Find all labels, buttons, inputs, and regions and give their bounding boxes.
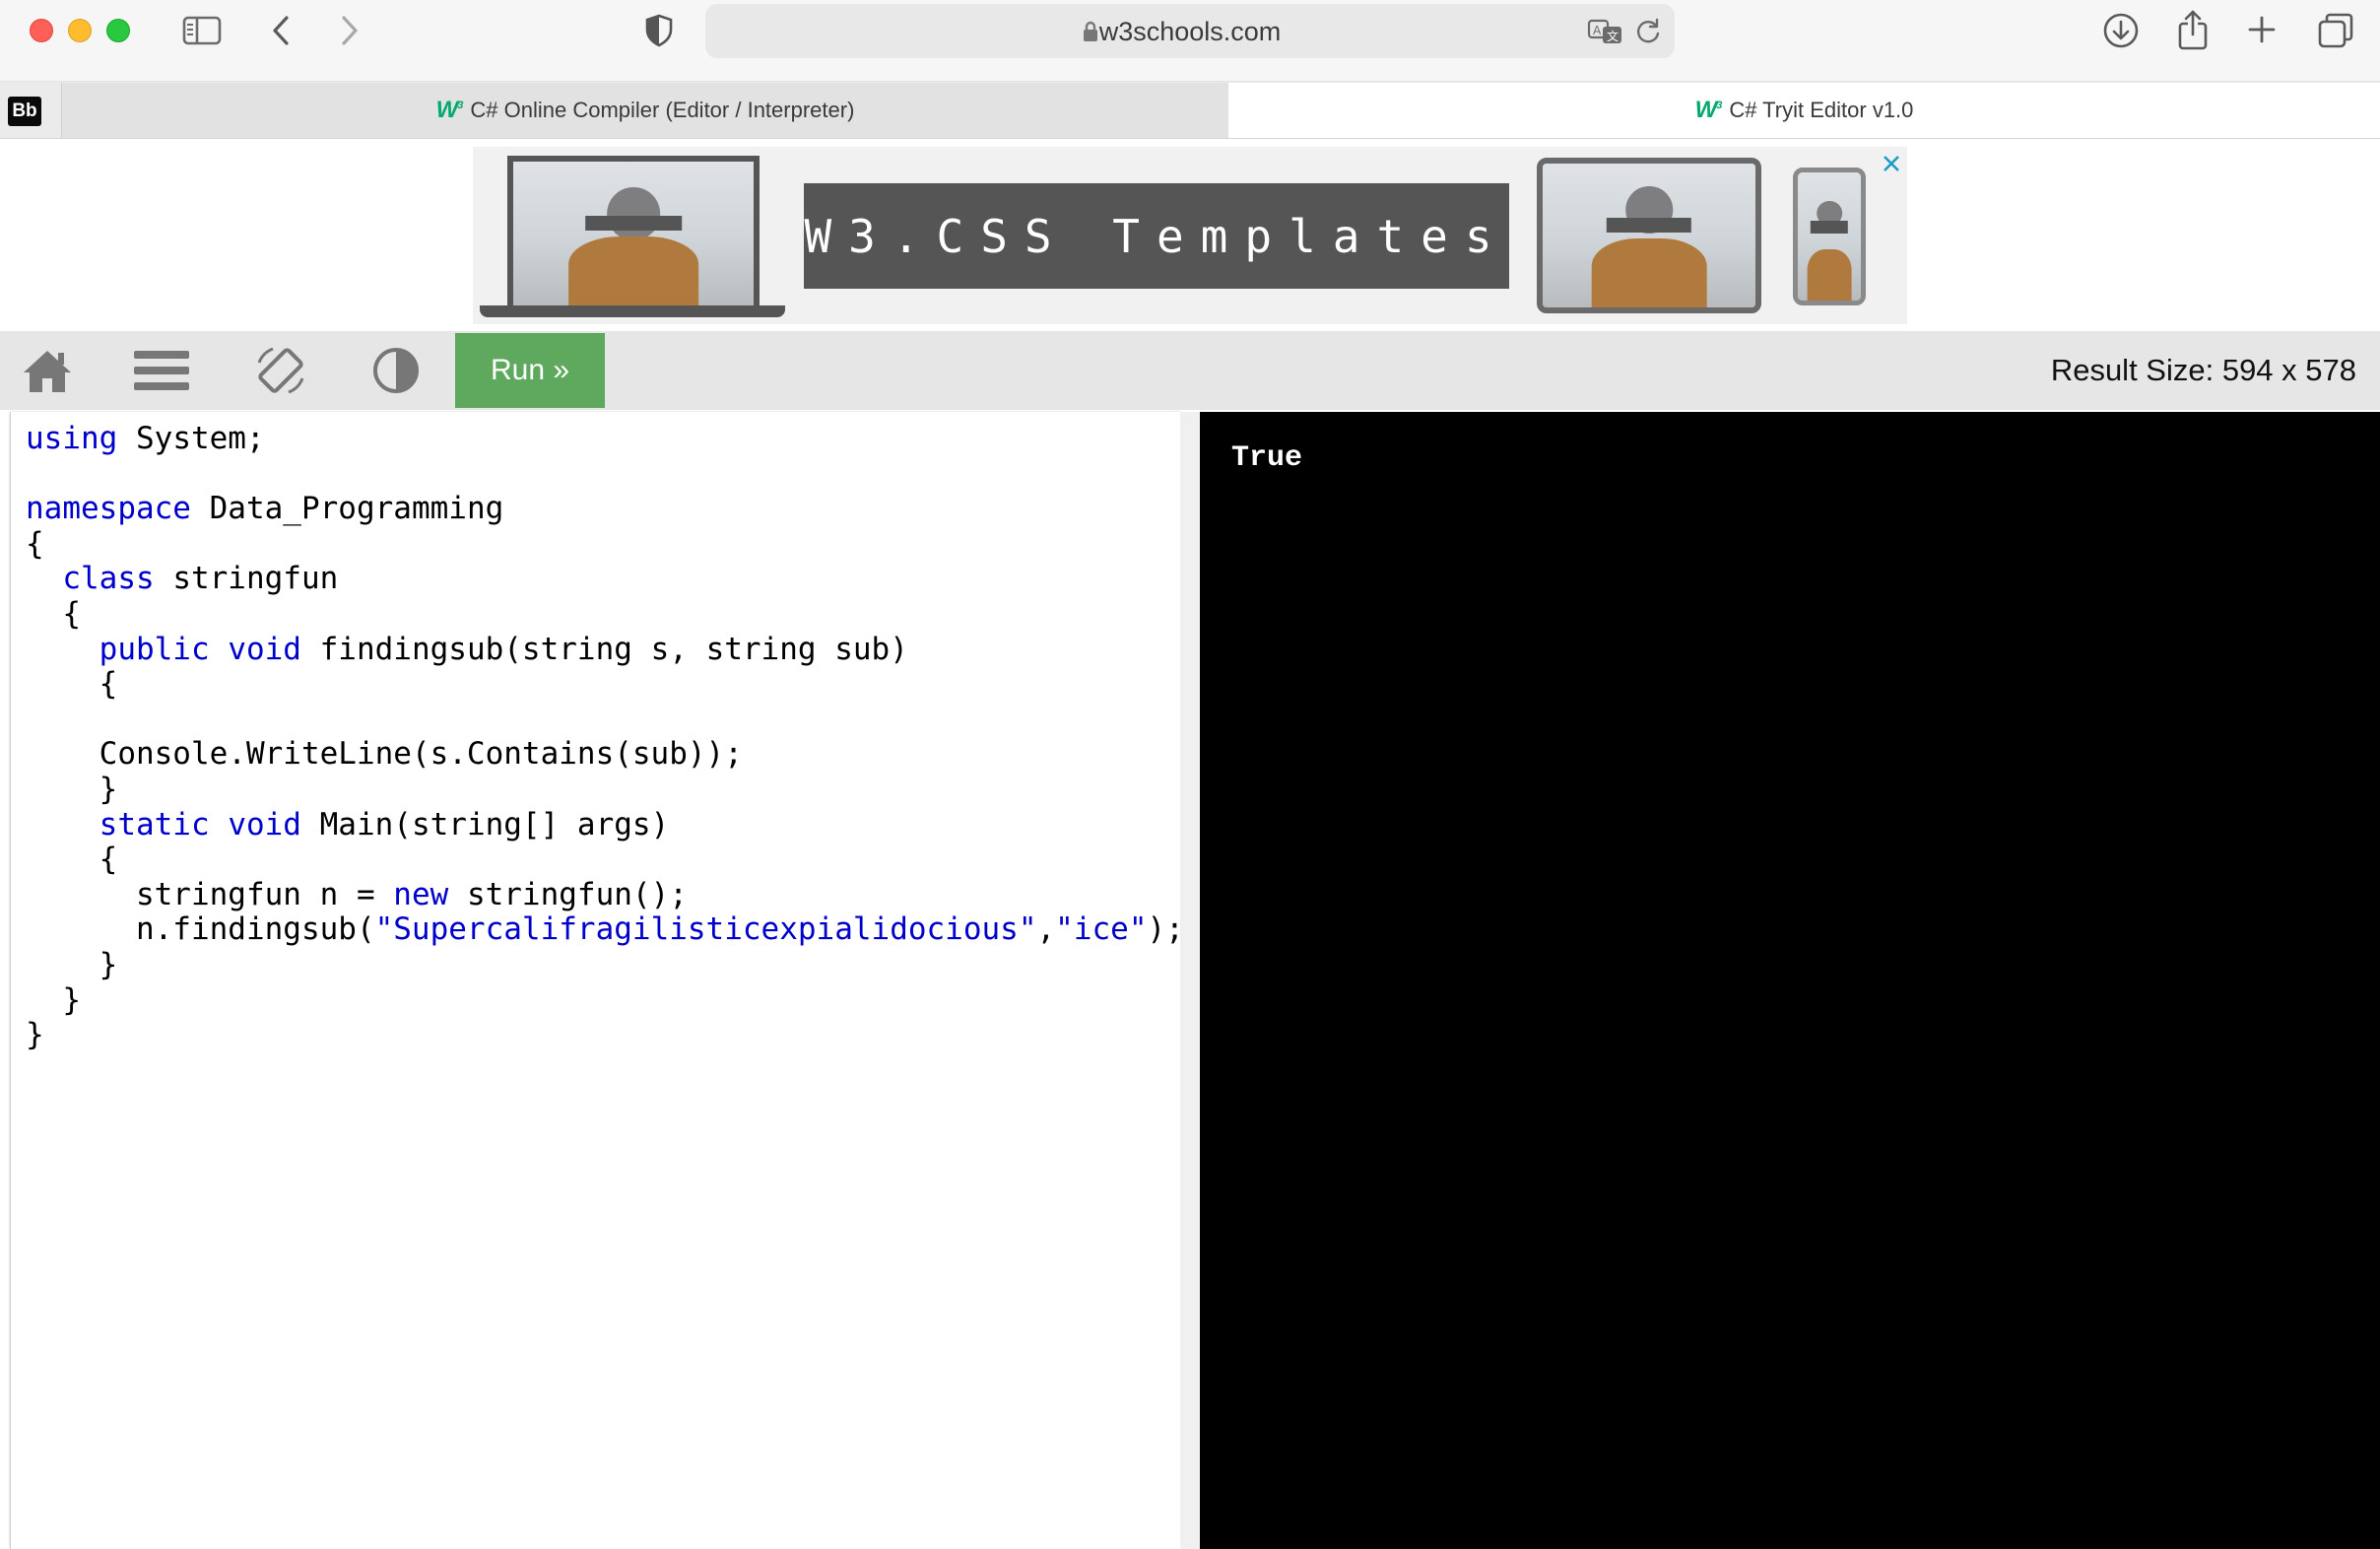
code-text[interactable]: using System; namespace Data_Programming… <box>26 421 1184 1053</box>
string-token: "ice" <box>1055 911 1148 948</box>
menu-icon[interactable] <box>132 345 191 396</box>
share-icon[interactable] <box>2173 8 2213 51</box>
rotate-icon[interactable] <box>251 345 310 396</box>
keyword-token: using <box>26 421 118 456</box>
privacy-shield-icon[interactable] <box>642 12 676 49</box>
tab-label: C# Online Compiler (Editor / Interpreter… <box>470 98 855 122</box>
ad-close-icon[interactable] <box>1876 148 1907 179</box>
ad-headline[interactable]: W3.CSS Templates <box>804 183 1509 289</box>
downloads-icon[interactable] <box>2100 10 2142 51</box>
zoom-window-button[interactable] <box>106 19 130 42</box>
new-tab-icon[interactable] <box>2244 12 2280 47</box>
url-text: w3schools.com <box>1098 17 1282 46</box>
output-text: True <box>1231 441 1303 475</box>
ad-tablet-image <box>1537 158 1761 313</box>
w3schools-favicon-icon: W3 <box>435 97 464 123</box>
output-pane <box>1200 412 2380 1549</box>
string-token: "Supercalifragilisticexpialidocious" <box>374 911 1037 948</box>
keyword-token: namespace <box>26 491 191 527</box>
result-size-label: Result Size: 594 x 578 <box>2050 353 2356 387</box>
tab-csharp-online-compiler[interactable]: W3 C# Online Compiler (Editor / Interpre… <box>61 83 1229 138</box>
minimize-window-button[interactable] <box>68 19 92 42</box>
contrast-icon[interactable] <box>366 345 426 396</box>
keyword-token: void <box>228 631 301 667</box>
close-window-button[interactable] <box>30 19 53 42</box>
reload-icon[interactable] <box>1631 16 1665 47</box>
keyword-token: class <box>62 561 155 597</box>
tab-csharp-tryit-editor[interactable]: W3 C# Tryit Editor v1.0 <box>1228 83 2380 138</box>
run-button[interactable]: Run » <box>455 333 605 408</box>
svg-text:文: 文 <box>1607 29 1619 43</box>
svg-text:A: A <box>1593 24 1602 37</box>
translate-icon[interactable]: A文 <box>1586 16 1625 47</box>
address-bar[interactable]: w3schools.com A文 <box>705 4 1675 58</box>
w3schools-favicon-icon: W3 <box>1694 97 1723 123</box>
home-icon[interactable] <box>18 345 77 396</box>
back-icon[interactable] <box>264 12 298 49</box>
ad-laptop-base <box>480 305 785 317</box>
ad-laptop-image <box>507 156 760 305</box>
pinned-tab-bb[interactable]: Bb <box>8 97 41 126</box>
code-line: namespace Data_Programming <box>26 491 504 527</box>
tab-label: C# Tryit Editor v1.0 <box>1729 98 1914 122</box>
tab-overview-icon[interactable] <box>2315 10 2356 51</box>
forward-icon[interactable] <box>333 12 366 49</box>
keyword-token: void <box>228 806 301 842</box>
pane-divider[interactable] <box>1180 412 1200 1549</box>
ad-phone-image <box>1793 168 1866 305</box>
keyword-token: public <box>99 631 210 667</box>
code-line: using System; <box>26 421 265 456</box>
keyword-token: static <box>99 806 210 842</box>
keyword-token: new <box>393 876 449 912</box>
sidebar-toggle-icon[interactable] <box>181 14 223 47</box>
